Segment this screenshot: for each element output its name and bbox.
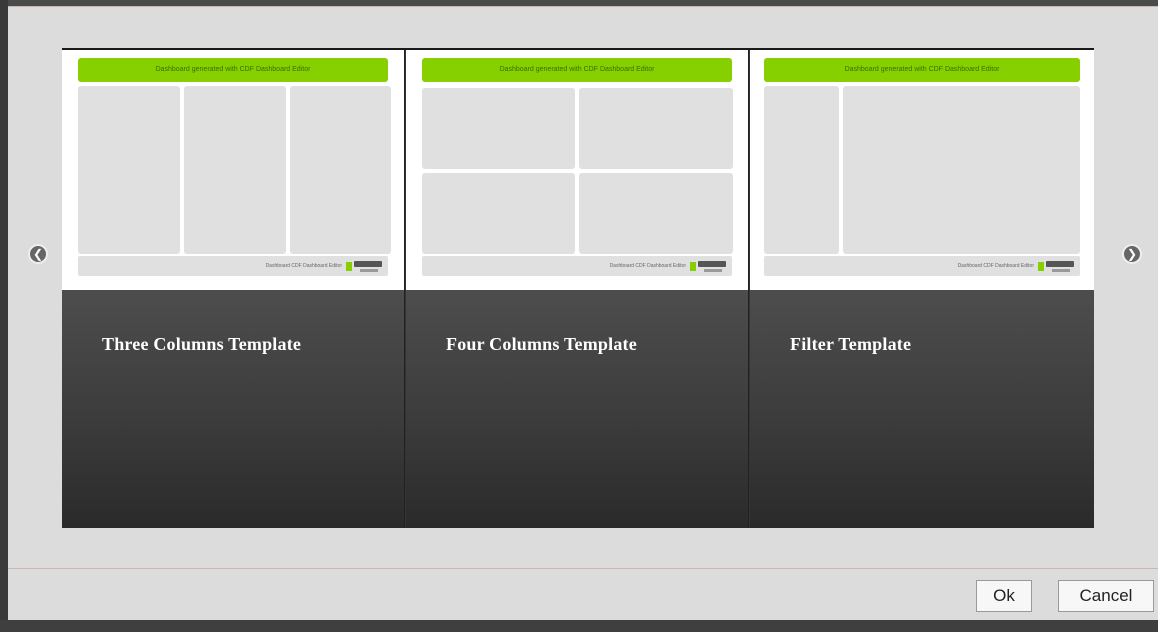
preview-header: Dashboard generated with CDF Dashboard E… [422, 58, 732, 82]
template-card-filter[interactable]: Dashboard generated with CDF Dashboard E… [750, 50, 1094, 528]
preview-footer: Dashboard CDF Dashboard Editor [78, 256, 388, 276]
logo-icon [698, 261, 726, 267]
preview-panel [422, 173, 575, 254]
preview-column [78, 86, 180, 254]
logo-icon [1038, 262, 1044, 271]
preview-header: Dashboard generated with CDF Dashboard E… [78, 58, 388, 82]
preview-header: Dashboard generated with CDF Dashboard E… [764, 58, 1080, 82]
carousel-prev-button[interactable]: ❮ [28, 244, 48, 264]
template-preview: Dashboard generated with CDF Dashboard E… [406, 50, 748, 290]
template-preview: Dashboard generated with CDF Dashboard E… [750, 50, 1094, 290]
logo-icon [704, 269, 722, 272]
preview-footer: Dashboard CDF Dashboard Editor [764, 256, 1080, 276]
template-title: Three Columns Template [102, 334, 302, 354]
template-preview: Dashboard generated with CDF Dashboard E… [62, 50, 404, 290]
preview-panel [579, 173, 733, 254]
chevron-left-icon: ❮ [32, 247, 44, 261]
preview-panel [579, 88, 733, 169]
button-bar-divider [8, 568, 1158, 569]
preview-content-panel [843, 86, 1080, 254]
logo-icon [1052, 269, 1070, 272]
preview-footer-text: Dashboard CDF Dashboard Editor [957, 263, 1034, 269]
logo-icon [346, 262, 352, 271]
chevron-right-icon: ❯ [1126, 247, 1138, 261]
template-title: Filter Template [790, 334, 912, 354]
preview-footer-text: Dashboard CDF Dashboard Editor [609, 263, 686, 269]
logo-icon [1046, 261, 1074, 267]
template-card-four-columns[interactable]: Dashboard generated with CDF Dashboard E… [406, 50, 749, 528]
logo-icon [360, 269, 378, 272]
ok-button[interactable]: Ok [976, 580, 1032, 612]
preview-footer: Dashboard CDF Dashboard Editor [422, 256, 732, 276]
template-carousel: Dashboard generated with CDF Dashboard E… [62, 48, 1094, 528]
window-left-edge [0, 0, 8, 632]
logo-icon [690, 262, 696, 271]
preview-panel [422, 88, 575, 169]
window-bottom-edge [0, 620, 1158, 632]
preview-column [184, 86, 286, 254]
template-title: Four Columns Template [446, 334, 637, 354]
preview-column [290, 86, 391, 254]
logo-icon [354, 261, 382, 267]
carousel-next-button[interactable]: ❯ [1122, 244, 1142, 264]
preview-filter-panel [764, 86, 839, 254]
cancel-button[interactable]: Cancel [1058, 580, 1154, 612]
template-card-three-columns[interactable]: Dashboard generated with CDF Dashboard E… [62, 50, 405, 528]
preview-footer-text: Dashboard CDF Dashboard Editor [265, 263, 342, 269]
